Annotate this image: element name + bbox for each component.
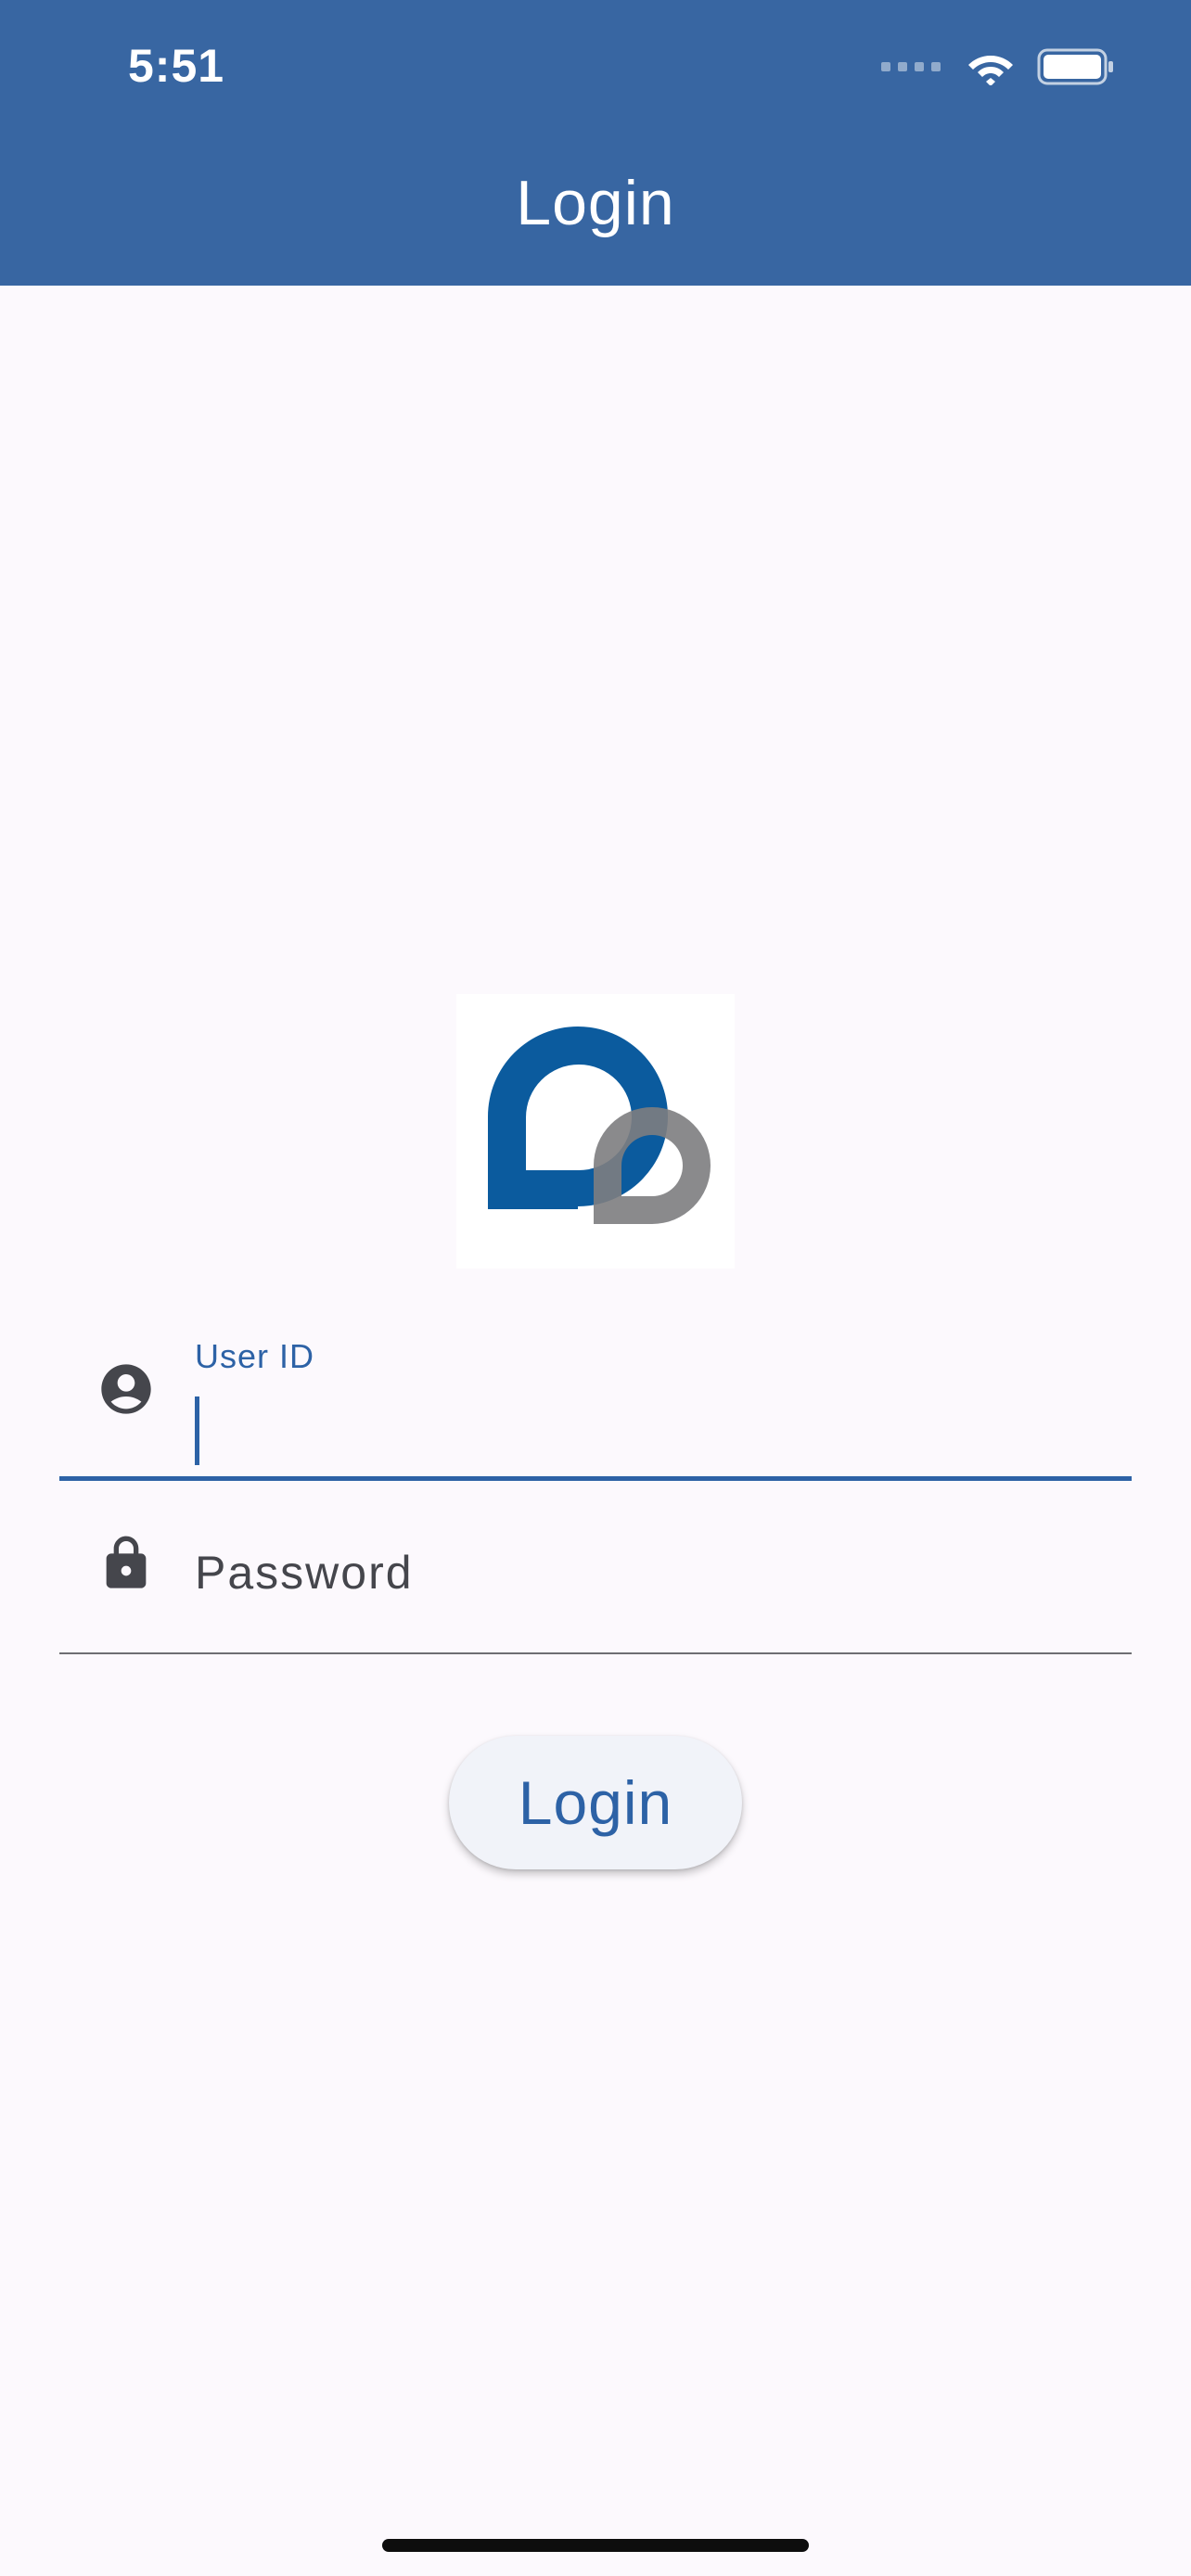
status-time: 5:51 — [128, 40, 225, 92]
password-input[interactable] — [195, 1536, 1104, 1610]
wifi-icon — [968, 56, 1013, 85]
logo-mark-icon — [488, 1027, 711, 1224]
app-logo — [456, 994, 735, 1269]
status-icons — [881, 45, 1115, 89]
account-circle-icon — [101, 1364, 151, 1414]
home-indicator[interactable] — [382, 2539, 809, 2552]
login-button[interactable]: Login — [449, 1736, 742, 1869]
page-title: Login — [516, 168, 675, 238]
lock-icon — [106, 1536, 147, 1588]
cellular-signal-icon — [881, 62, 941, 71]
password-field-container[interactable] — [59, 1495, 1132, 1654]
app-header: 5:51 Login — [0, 0, 1191, 286]
battery-icon — [1037, 48, 1113, 85]
user-id-field-container[interactable]: User ID — [59, 1317, 1132, 1481]
user-id-input[interactable] — [195, 1391, 1104, 1458]
user-id-label: User ID — [195, 1337, 315, 1375]
text-cursor — [195, 1396, 199, 1465]
